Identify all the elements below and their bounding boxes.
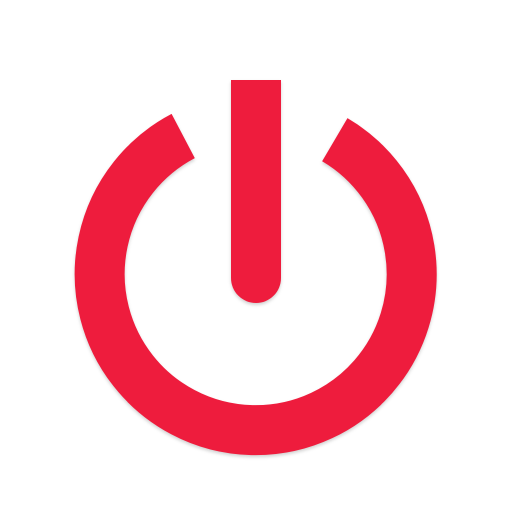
power-icon-glyph bbox=[74, 80, 437, 456]
app-icon-canvas bbox=[0, 0, 512, 512]
power-button[interactable] bbox=[0, 0, 512, 512]
power-line-top-cap bbox=[231, 80, 281, 110]
power-icon bbox=[74, 80, 437, 456]
